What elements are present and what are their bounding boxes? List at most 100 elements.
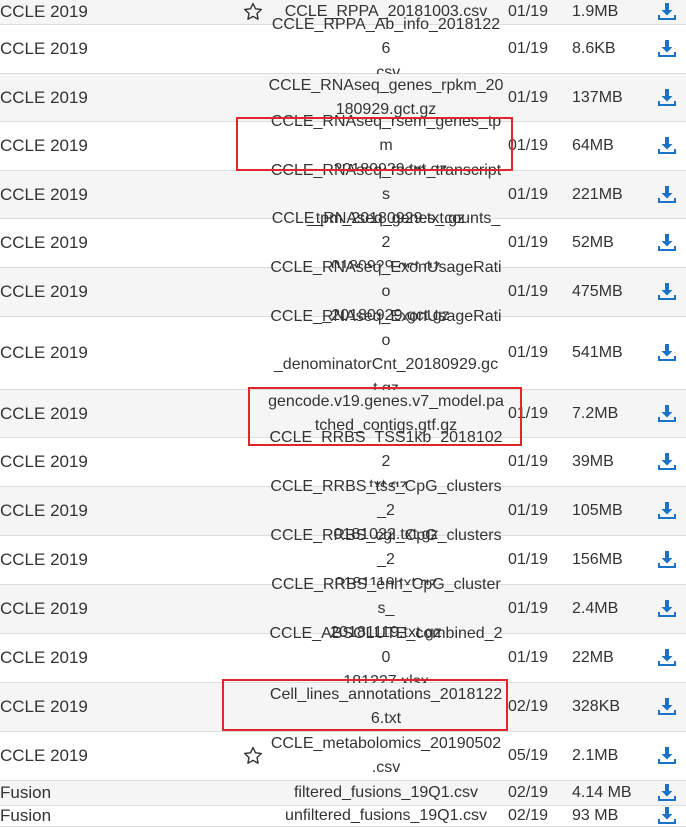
download-button[interactable] — [648, 219, 686, 267]
table-row: Fusion unfiltered_fusions_19Q1.csv 02/19 93… — [0, 806, 686, 827]
file-size: 541MB — [572, 344, 623, 361]
dataset-name: CCLE 2019 — [0, 403, 88, 423]
download-button[interactable] — [648, 74, 686, 121]
favorite-cell — [240, 487, 266, 535]
file-date: 01/19 — [508, 88, 549, 106]
download-button[interactable] — [648, 634, 686, 682]
download-icon[interactable] — [657, 39, 677, 59]
file-name: CCLE_metabolomics_20190502 .csv — [270, 735, 502, 776]
table-row: Fusion filtered_fusions_19Q1.csv 02/19 4.14… — [0, 781, 686, 806]
download-button[interactable] — [648, 438, 686, 486]
download-icon[interactable] — [657, 185, 677, 205]
file-size: 328KB — [572, 698, 621, 715]
download-icon[interactable] — [657, 136, 677, 156]
file-size: 2.1MB — [572, 747, 619, 764]
download-icon[interactable] — [657, 599, 677, 619]
star-icon[interactable] — [243, 746, 263, 766]
file-name: CCLE_RNAseq_ExonUsageRatio _denominatorCn… — [270, 308, 502, 397]
download-icon[interactable] — [657, 233, 677, 253]
download-icon[interactable] — [657, 343, 677, 363]
file-size: 156MB — [572, 551, 623, 568]
download-icon[interactable] — [657, 404, 677, 424]
download-icon[interactable] — [657, 282, 677, 302]
favorite-cell — [240, 74, 266, 121]
file-size: 7.2MB — [572, 404, 619, 422]
download-icon[interactable] — [657, 806, 677, 826]
star-icon[interactable] — [243, 2, 263, 22]
file-size: 137MB — [572, 88, 623, 106]
file-date: 01/19 — [508, 600, 549, 617]
download-button[interactable] — [648, 122, 686, 170]
download-button[interactable] — [648, 683, 686, 731]
file-date: 01/19 — [508, 649, 549, 666]
download-icon[interactable] — [657, 746, 677, 766]
file-date: 02/19 — [508, 784, 549, 801]
download-icon[interactable] — [657, 88, 677, 108]
download-icon[interactable] — [657, 550, 677, 570]
download-icon[interactable] — [657, 697, 677, 717]
download-button[interactable] — [648, 171, 686, 218]
file-date: 01/19 — [508, 283, 549, 300]
download-icon[interactable] — [657, 501, 677, 521]
file-date: 01/19 — [508, 137, 549, 154]
dataset-name: CCLE 2019 — [0, 233, 88, 252]
favorite-cell — [240, 122, 266, 170]
dataset-name: CCLE 2019 — [0, 452, 88, 471]
download-button[interactable] — [648, 732, 686, 780]
favorite-cell — [240, 683, 266, 731]
download-button[interactable] — [648, 268, 686, 316]
file-date: 01/19 — [508, 3, 549, 20]
file-date: 01/19 — [508, 185, 549, 203]
dataset-name: CCLE 2019 — [0, 550, 88, 569]
dataset-name: CCLE 2019 — [0, 599, 88, 618]
dataset-name: CCLE 2019 — [0, 501, 88, 520]
favorite-cell — [240, 536, 266, 584]
download-icon[interactable] — [657, 783, 677, 803]
table-row: CCLE 2019 CCLE_ABSOLUTE_combined_20 181227… — [0, 625, 686, 690]
file-size: 1.9MB — [572, 3, 619, 20]
download-button[interactable] — [648, 317, 686, 389]
dataset-name: CCLE 2019 — [0, 343, 88, 362]
file-size: 221MB — [572, 185, 623, 203]
file-size: 93 MB — [572, 807, 619, 824]
favorite-cell — [240, 585, 266, 633]
dataset-name: Fusion — [0, 783, 52, 802]
download-icon[interactable] — [657, 648, 677, 668]
file-date: 02/19 — [508, 698, 549, 715]
download-button[interactable] — [648, 781, 686, 805]
file-date: 02/19 — [508, 807, 549, 824]
file-date: 01/19 — [508, 40, 549, 57]
file-size: 2.4MB — [572, 600, 619, 617]
download-button[interactable] — [648, 806, 686, 826]
favorite-cell — [240, 438, 266, 486]
favorite-cell — [240, 219, 266, 267]
dataset-name: CCLE 2019 — [0, 39, 88, 58]
file-size: 64MB — [572, 137, 614, 154]
file-name: CCLE_ABSOLUTE_combined_20 181227.xlsx — [269, 625, 503, 690]
download-button[interactable] — [648, 536, 686, 584]
favorite-cell — [240, 0, 266, 24]
favorite-cell — [240, 806, 266, 826]
download-icon[interactable] — [657, 452, 677, 472]
dataset-name: CCLE 2019 — [0, 136, 88, 155]
favorite-cell — [240, 732, 266, 780]
favorite-cell — [240, 634, 266, 682]
download-button[interactable] — [648, 487, 686, 535]
download-icon[interactable] — [657, 2, 677, 22]
download-button[interactable] — [648, 0, 686, 24]
file-date: 01/19 — [508, 234, 549, 251]
download-button[interactable] — [648, 390, 686, 437]
download-button[interactable] — [648, 585, 686, 633]
download-button[interactable] — [648, 25, 686, 73]
dataset-name: CCLE 2019 — [0, 184, 88, 204]
dataset-name: CCLE 2019 — [0, 282, 88, 301]
file-size: 22MB — [572, 649, 614, 666]
dataset-name: Fusion — [0, 806, 52, 825]
file-date: 05/19 — [508, 747, 549, 764]
file-size: 39MB — [572, 453, 614, 470]
favorite-cell — [240, 171, 266, 218]
file-size: 475MB — [572, 283, 623, 300]
file-date: 01/19 — [508, 502, 549, 519]
file-name: unfiltered_fusions_19Q1.csv — [285, 807, 487, 824]
file-date: 01/19 — [508, 453, 549, 470]
